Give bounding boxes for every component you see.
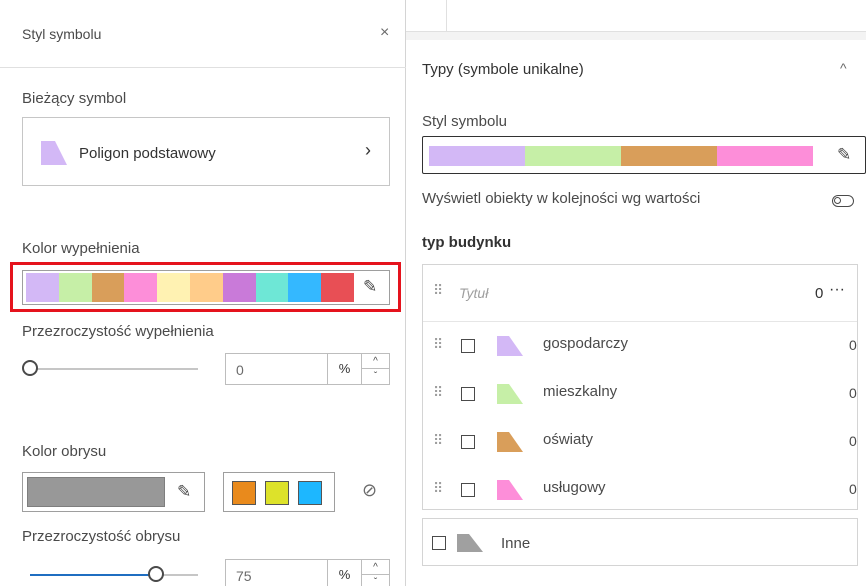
fill-ramp-color bbox=[255, 273, 289, 302]
polygon-swatch-icon[interactable] bbox=[497, 384, 523, 404]
item-count: 0 bbox=[849, 385, 857, 401]
item-count: 0 bbox=[849, 481, 857, 497]
step-up-icon[interactable]: ^ bbox=[362, 354, 389, 369]
list-total-count: 0 bbox=[815, 285, 824, 302]
step-up-icon[interactable]: ^ bbox=[362, 560, 389, 575]
symbol-style-panel: Styl symbolu × Bieżący symbol Poligon po… bbox=[0, 0, 406, 586]
list-item: ⠿ gospodarczy 0 bbox=[423, 322, 857, 370]
list-item: ⠿ mieszkalny 0 bbox=[423, 370, 857, 418]
step-down-icon[interactable]: ˇ bbox=[362, 369, 389, 384]
other-values-label: Inne bbox=[501, 535, 531, 552]
polygon-swatch-icon[interactable] bbox=[497, 432, 523, 452]
item-label: mieszkalny bbox=[543, 383, 618, 400]
list-title-input[interactable]: Tytuł bbox=[459, 285, 488, 301]
outline-transparency-input[interactable]: 75 % ^ ˇ bbox=[225, 559, 390, 586]
other-values-row: Inne bbox=[422, 518, 858, 566]
item-count: 0 bbox=[849, 337, 857, 353]
recent-color-swatch[interactable] bbox=[298, 481, 322, 505]
chevron-up-icon[interactable]: ^ bbox=[840, 60, 847, 76]
close-icon[interactable]: × bbox=[380, 24, 389, 42]
outline-transparency-value: 75 bbox=[236, 568, 252, 584]
stepper: ^ ˇ bbox=[361, 354, 389, 384]
current-symbol-button[interactable]: Poligon podstawowy › bbox=[22, 117, 390, 186]
percent-unit: % bbox=[327, 354, 361, 384]
polygon-swatch-icon bbox=[41, 141, 67, 165]
item-checkbox[interactable] bbox=[461, 483, 475, 497]
more-options-icon[interactable]: ··· bbox=[829, 281, 845, 299]
chevron-right-icon: › bbox=[365, 140, 371, 160]
fill-transparency-slider-track[interactable] bbox=[30, 368, 198, 370]
top-strip bbox=[406, 0, 866, 32]
item-label: usługowy bbox=[543, 479, 606, 496]
outline-color-label: Kolor obrysu bbox=[22, 443, 107, 460]
order-toggle-label: Wyświetl obiekty w kolejności wg wartośc… bbox=[422, 190, 701, 207]
item-label: gospodarczy bbox=[543, 335, 629, 352]
list-header: ⠿ Tytuł 0 ··· bbox=[423, 265, 857, 322]
no-color-icon[interactable]: ⊘ bbox=[362, 480, 377, 501]
item-label: oświaty bbox=[543, 431, 594, 448]
style-ramp-color bbox=[621, 146, 717, 166]
current-symbol-name: Poligon podstawowy bbox=[79, 145, 216, 162]
list-item: ⠿ oświaty 0 bbox=[423, 418, 857, 466]
field-name: typ budynku bbox=[422, 234, 512, 251]
outline-transparency-slider-fill bbox=[30, 574, 156, 576]
drag-handle-icon[interactable]: ⠿ bbox=[433, 337, 443, 351]
style-ramp-color bbox=[717, 146, 813, 166]
types-panel-title: Typy (symbole unikalne) bbox=[422, 61, 584, 78]
fill-color-ramp[interactable]: ✎ bbox=[22, 270, 390, 305]
types-panel: Typy (symbole unikalne) ^ Styl symbolu ✎… bbox=[406, 40, 866, 586]
fill-ramp-color bbox=[58, 273, 92, 302]
item-checkbox[interactable] bbox=[461, 387, 475, 401]
outline-transparency-label: Przezroczystość obrysu bbox=[22, 528, 181, 545]
other-checkbox[interactable] bbox=[432, 536, 446, 550]
style-ramp-color bbox=[429, 146, 525, 166]
pencil-icon[interactable]: ✎ bbox=[837, 145, 851, 165]
pencil-icon[interactable]: ✎ bbox=[177, 482, 191, 502]
panel-header: Styl symbolu × bbox=[0, 0, 406, 68]
drag-handle-icon[interactable]: ⠿ bbox=[433, 385, 443, 399]
polygon-swatch-icon[interactable] bbox=[497, 480, 523, 500]
fill-color-label: Kolor wypełnienia bbox=[22, 240, 140, 257]
outline-color-picker[interactable]: ✎ bbox=[22, 472, 205, 512]
outline-transparency-slider-thumb[interactable] bbox=[148, 566, 164, 582]
item-checkbox[interactable] bbox=[461, 435, 475, 449]
fill-ramp-color bbox=[124, 273, 158, 302]
step-down-icon[interactable]: ˇ bbox=[362, 575, 389, 586]
polygon-swatch-icon[interactable] bbox=[497, 336, 523, 356]
recent-color-swatch[interactable] bbox=[232, 481, 256, 505]
fill-ramp-color bbox=[26, 273, 59, 302]
fill-ramp-color bbox=[222, 273, 256, 302]
fill-ramp-color bbox=[91, 273, 125, 302]
fill-ramp-color bbox=[288, 273, 322, 302]
recent-colors bbox=[223, 472, 335, 512]
toggle-knob bbox=[834, 197, 841, 204]
stepper: ^ ˇ bbox=[361, 560, 389, 586]
list-item: ⠿ usługowy 0 bbox=[423, 466, 857, 514]
fill-ramp-color bbox=[190, 273, 223, 302]
unique-values-list: ⠿ Tytuł 0 ··· ⠿ gospodarczy 0 ⠿ mieszkalny 0 ⠿… bbox=[422, 264, 858, 510]
outline-color-swatch bbox=[27, 477, 165, 507]
fill-transparency-value: 0 bbox=[236, 362, 244, 378]
item-count: 0 bbox=[849, 433, 857, 449]
polygon-swatch-icon bbox=[457, 534, 483, 552]
drag-handle-icon[interactable]: ⠿ bbox=[433, 481, 443, 495]
pencil-icon[interactable]: ✎ bbox=[363, 277, 377, 297]
divider bbox=[446, 0, 447, 32]
fill-transparency-label: Przezroczystość wypełnienia bbox=[22, 323, 214, 340]
drag-handle-icon[interactable]: ⠿ bbox=[433, 433, 443, 447]
order-toggle-switch[interactable] bbox=[832, 195, 854, 207]
drag-handle-icon[interactable]: ⠿ bbox=[433, 283, 443, 297]
panel-title: Styl symbolu bbox=[22, 26, 102, 42]
style-ramp-color bbox=[525, 146, 621, 166]
current-symbol-label: Bieżący symbol bbox=[22, 90, 127, 107]
percent-unit: % bbox=[327, 560, 361, 586]
fill-ramp-color bbox=[321, 273, 354, 302]
fill-ramp-color bbox=[157, 273, 190, 302]
fill-transparency-slider-thumb[interactable] bbox=[22, 360, 38, 376]
fill-transparency-input[interactable]: 0 % ^ ˇ bbox=[225, 353, 390, 385]
symbol-style-ramp[interactable]: ✎ bbox=[422, 136, 866, 174]
item-checkbox[interactable] bbox=[461, 339, 475, 353]
symbol-style-label: Styl symbolu bbox=[422, 113, 508, 130]
recent-color-swatch[interactable] bbox=[265, 481, 289, 505]
